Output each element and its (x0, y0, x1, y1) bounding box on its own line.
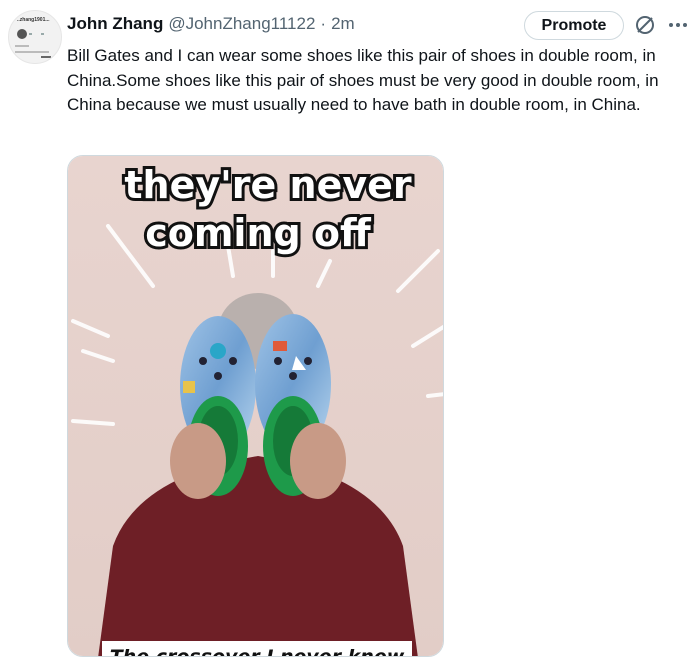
caption-top-line2: coming off (145, 211, 372, 255)
avatar[interactable]: ..zhang1901... (8, 10, 62, 64)
tweet-header: John Zhang @JohnZhang11122 · 2m (67, 13, 355, 35)
hand-left (170, 423, 226, 499)
separator: · (320, 14, 327, 33)
promote-button[interactable]: Promote (524, 11, 624, 40)
caption-top-line1: they're never (124, 163, 412, 207)
caption-bottom: The crossover I never knew (110, 646, 405, 657)
avatar-decoration (29, 33, 32, 35)
timestamp[interactable]: 2m (331, 14, 355, 34)
avatar-decoration (15, 51, 49, 53)
avatar-decoration (41, 33, 44, 35)
author-name[interactable]: John Zhang (67, 14, 163, 34)
tweet-text: Bill Gates and I can wear some shoes lik… (67, 46, 659, 114)
media-image: they're never coming off The crossover I… (68, 156, 443, 657)
tweet-media[interactable]: they're never coming off The crossover I… (67, 155, 444, 657)
avatar-decoration (15, 45, 29, 47)
avatar-decoration (41, 56, 51, 58)
author-handle[interactable]: @JohnZhang11122 (168, 14, 315, 34)
more-icon[interactable] (667, 15, 689, 35)
analytics-icon[interactable] (634, 14, 656, 36)
avatar-photo (17, 29, 27, 39)
avatar-title: ..zhang1901... (17, 17, 50, 23)
hand-right (290, 423, 346, 499)
